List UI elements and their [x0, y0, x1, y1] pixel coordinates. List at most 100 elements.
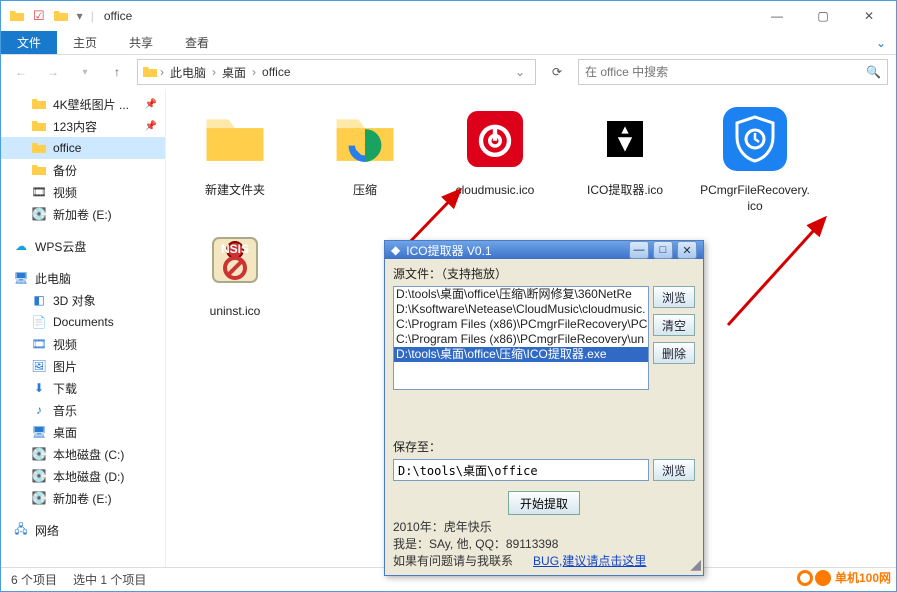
folder-icon: [31, 118, 47, 134]
source-listbox[interactable]: D:\tools\桌面\office\压缩\断网修复\360NetRe D:\K…: [393, 286, 649, 390]
folder-icon: [31, 140, 47, 156]
extract-icon: [585, 99, 665, 179]
file-item[interactable]: NSIS uninst.ico: [180, 220, 290, 320]
chevron-right-icon[interactable]: ›: [158, 65, 166, 79]
dialog-title: ICO提取器 V0.1: [406, 242, 491, 259]
pin-icon: 📌: [145, 121, 157, 132]
network-icon: 🖧: [13, 522, 29, 538]
nav-item[interactable]: 🎞视频: [1, 333, 165, 355]
address-bar: ← → ▾ ↑ › 此电脑 › 桌面 › office ⌄ ⟳ 🔍: [1, 55, 896, 89]
nav-item[interactable]: 4K壁纸图片 ...📌: [1, 93, 165, 115]
dialog-titlebar[interactable]: ◆ ICO提取器 V0.1 ― □ ✕: [385, 241, 703, 259]
breadcrumb-dropdown-icon[interactable]: ⌄: [509, 65, 531, 79]
folder-icon: [9, 8, 25, 24]
file-item[interactable]: cloudmusic.ico: [440, 99, 550, 214]
nav-recent-button[interactable]: ▾: [73, 60, 97, 84]
video-icon: 🎞: [31, 336, 47, 352]
nav-item[interactable]: 123内容📌: [1, 115, 165, 137]
nav-item[interactable]: 🖥桌面: [1, 421, 165, 443]
browse-button[interactable]: 浏览: [653, 286, 695, 308]
list-item-selected[interactable]: D:\tools\桌面\office\压缩\ICO提取器.exe: [394, 347, 648, 362]
nav-item[interactable]: 🎞视频: [1, 181, 165, 203]
list-item[interactable]: C:\Program Files (x86)\PCmgrFileRecovery…: [394, 332, 648, 347]
saveto-input[interactable]: [393, 459, 649, 481]
picture-icon: 🖼: [31, 358, 47, 374]
watermark: 单机100网: [797, 569, 891, 586]
file-item[interactable]: 新建文件夹: [180, 99, 290, 214]
tab-home[interactable]: 主页: [57, 31, 113, 54]
close-button[interactable]: ✕: [846, 1, 892, 31]
saveto-browse-button[interactable]: 浏览: [653, 459, 695, 481]
dialog-close-button[interactable]: ✕: [677, 241, 697, 259]
file-item[interactable]: 压缩: [310, 99, 420, 214]
search-icon[interactable]: 🔍: [866, 65, 881, 79]
search-input[interactable]: [585, 65, 860, 79]
3d-icon: ◧: [31, 292, 47, 308]
dialog-maximize-button[interactable]: □: [653, 241, 673, 259]
delete-button[interactable]: 删除: [653, 342, 695, 364]
start-extract-button[interactable]: 开始提取: [508, 491, 580, 515]
nav-item[interactable]: 备份: [1, 159, 165, 181]
tab-file[interactable]: 文件: [1, 31, 57, 54]
nav-item-selected[interactable]: office: [1, 137, 165, 159]
dialog-footer: 2010年：虎年快乐 我是：SAy, 他, QQ：89113398 如果有问题请…: [393, 519, 695, 569]
nav-network[interactable]: 🖧网络: [1, 519, 165, 541]
drive-icon: 💽: [31, 490, 47, 506]
nav-back-button[interactable]: ←: [9, 60, 33, 84]
nav-item[interactable]: 💽本地磁盘 (C:): [1, 443, 165, 465]
qat: ☑ ▾ |: [5, 8, 94, 24]
chevron-right-icon[interactable]: ›: [250, 65, 258, 79]
nav-thispc[interactable]: 🖥此电脑: [1, 267, 165, 289]
folder-icon: [53, 8, 69, 24]
status-selection: 选中 1 个项目: [73, 571, 146, 588]
bug-link[interactable]: BUG,建议请点击这里: [533, 554, 646, 568]
nav-item[interactable]: ♪音乐: [1, 399, 165, 421]
nav-forward-button: →: [41, 60, 65, 84]
resize-grip-icon[interactable]: ◢: [690, 556, 701, 573]
saveto-label: 保存至：: [393, 438, 695, 455]
pin-icon: 📌: [145, 99, 157, 110]
drive-icon: 💽: [31, 206, 47, 222]
clear-button[interactable]: 清空: [653, 314, 695, 336]
tab-share[interactable]: 共享: [113, 31, 169, 54]
nav-up-button[interactable]: ↑: [105, 60, 129, 84]
drive-icon: 💽: [31, 468, 47, 484]
status-count: 6 个项目: [11, 571, 57, 588]
nav-item[interactable]: 🖼图片: [1, 355, 165, 377]
nav-item[interactable]: 💽新加卷 (E:): [1, 203, 165, 225]
shield-icon: [715, 99, 795, 179]
window-title: office: [104, 9, 132, 23]
qat-check-icon[interactable]: ☑: [33, 8, 45, 24]
list-item[interactable]: C:\Program Files (x86)\PCmgrFileRecovery…: [394, 317, 648, 332]
nav-tree[interactable]: 4K壁纸图片 ...📌 123内容📌 office 备份 🎞视频 💽新加卷 (E…: [1, 89, 166, 567]
breadcrumb-desktop[interactable]: 桌面: [218, 64, 250, 81]
nav-item[interactable]: ◧3D 对象: [1, 289, 165, 311]
file-item[interactable]: PCmgrFileRecovery.ico: [700, 99, 810, 214]
breadcrumb-thispc[interactable]: 此电脑: [166, 64, 210, 81]
folder-icon: [142, 64, 158, 80]
folder-icon: [195, 99, 275, 179]
tab-view[interactable]: 查看: [169, 31, 225, 54]
nav-item[interactable]: 💽本地磁盘 (D:): [1, 465, 165, 487]
folder-icon: [325, 99, 405, 179]
file-item[interactable]: ICO提取器.ico: [570, 99, 680, 214]
qat-dropdown-icon[interactable]: ▾: [77, 9, 83, 23]
uninst-icon: NSIS: [195, 220, 275, 300]
nav-wps[interactable]: ☁WPS云盘: [1, 235, 165, 257]
maximize-button[interactable]: ▢: [800, 1, 846, 31]
source-label: 源文件：（支持拖放）: [393, 265, 695, 282]
list-item[interactable]: D:\Ksoftware\Netease\CloudMusic\cloudmus…: [394, 302, 648, 317]
video-icon: 🎞: [31, 184, 47, 200]
list-item[interactable]: D:\tools\桌面\office\压缩\断网修复\360NetRe: [394, 287, 648, 302]
refresh-button[interactable]: ⟳: [544, 59, 570, 85]
breadcrumb-folder[interactable]: office: [258, 65, 294, 79]
nav-item[interactable]: 📄Documents: [1, 311, 165, 333]
dialog-minimize-button[interactable]: ―: [629, 241, 649, 259]
chevron-right-icon[interactable]: ›: [210, 65, 218, 79]
ribbon-expand-icon[interactable]: ⌄: [866, 31, 896, 54]
search-box[interactable]: 🔍: [578, 59, 888, 85]
minimize-button[interactable]: —: [754, 1, 800, 31]
nav-item[interactable]: ⬇下载: [1, 377, 165, 399]
nav-item[interactable]: 💽新加卷 (E:): [1, 487, 165, 509]
breadcrumb[interactable]: › 此电脑 › 桌面 › office ⌄: [137, 59, 536, 85]
